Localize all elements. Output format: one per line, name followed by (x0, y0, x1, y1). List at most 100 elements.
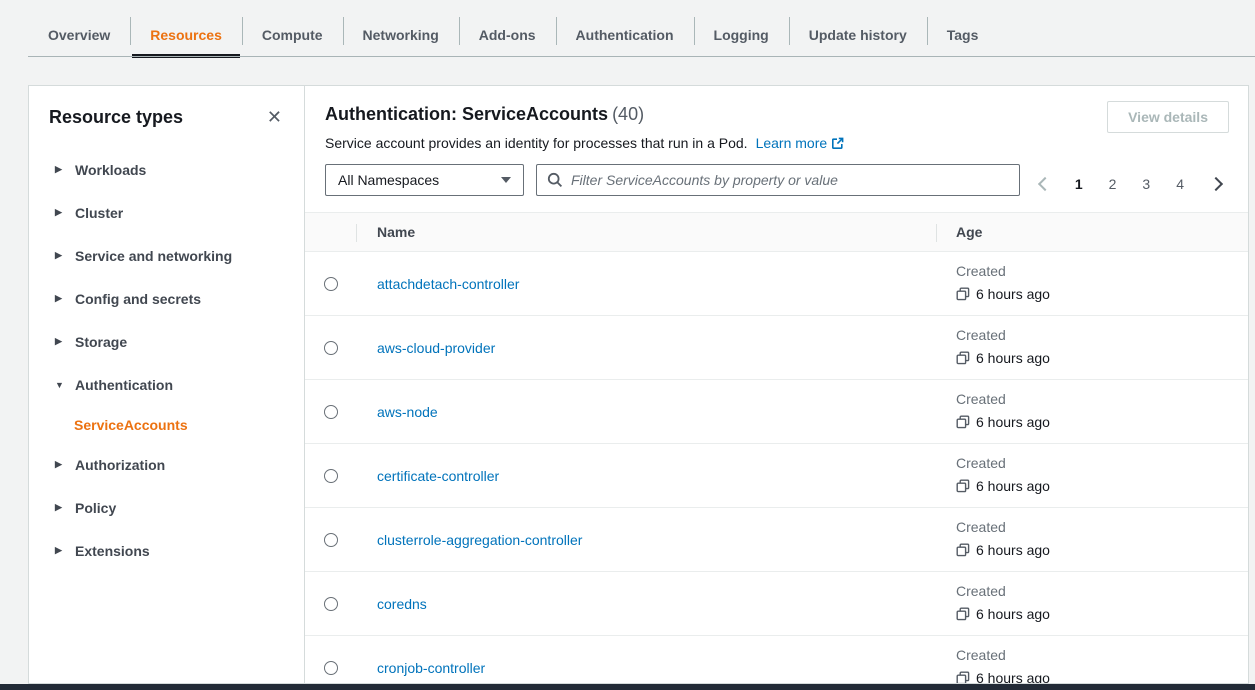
copy-icon[interactable] (956, 287, 970, 301)
sidebar-item-service-and-networking[interactable]: ▶ Service and networking (55, 234, 284, 277)
sidebar-item-serviceaccounts[interactable]: ServiceAccounts (55, 406, 284, 443)
namespace-select-value: All Namespaces (338, 172, 439, 188)
copy-icon[interactable] (956, 415, 970, 429)
age-created-label: Created (956, 517, 1248, 537)
sidebar-item-extensions[interactable]: ▶ Extensions (55, 529, 284, 572)
tab-bar-divider (28, 56, 1255, 57)
resource-types-sidebar: Resource types ✕ ▶ Workloads ▶ Cluster ▶… (29, 86, 305, 683)
sidebar-item-label: Authorization (75, 457, 165, 473)
chevron-right-icon: ▶ (55, 545, 65, 556)
row-radio-button[interactable] (324, 533, 338, 547)
page-number-4[interactable]: 4 (1168, 176, 1192, 192)
sidebar-item-label: Workloads (75, 162, 146, 178)
age-value-text: 6 hours ago (976, 345, 1050, 371)
chevron-right-icon: ▶ (55, 336, 65, 347)
row-radio-button[interactable] (324, 405, 338, 419)
search-input[interactable] (571, 172, 1009, 188)
serviceaccount-link[interactable]: aws-node (377, 404, 438, 420)
chevron-right-icon: ▶ (55, 502, 65, 513)
sidebar-item-cluster[interactable]: ▶ Cluster (55, 191, 284, 234)
tab-compute[interactable]: Compute (242, 0, 343, 57)
sidebar-item-label: Config and secrets (75, 291, 201, 307)
tab-resources[interactable]: Resources (130, 0, 242, 57)
panel-description: Service account provides an identity for… (325, 135, 1228, 151)
serviceaccount-link[interactable]: cronjob-controller (377, 660, 485, 676)
page-number-2[interactable]: 2 (1101, 176, 1125, 192)
copy-icon[interactable] (956, 607, 970, 621)
sidebar-item-policy[interactable]: ▶ Policy (55, 486, 284, 529)
resources-panel: Resource types ✕ ▶ Workloads ▶ Cluster ▶… (28, 85, 1249, 684)
page-number-3[interactable]: 3 (1134, 176, 1158, 192)
page-number-1[interactable]: 1 (1067, 176, 1091, 192)
copy-icon[interactable] (956, 351, 970, 365)
chevron-right-icon: ▶ (55, 250, 65, 261)
serviceaccount-link[interactable]: aws-cloud-provider (377, 340, 495, 356)
sidebar-item-config-and-secrets[interactable]: ▶ Config and secrets (55, 277, 284, 320)
row-radio-button[interactable] (324, 341, 338, 355)
chevron-right-icon: ▶ (55, 164, 65, 175)
name-column-header[interactable]: Name (357, 224, 936, 240)
sidebar-item-authentication[interactable]: ▼ Authentication (55, 363, 284, 406)
selection-column-header (305, 213, 357, 251)
row-radio-button[interactable] (324, 277, 338, 291)
copy-icon[interactable] (956, 479, 970, 493)
copy-icon[interactable] (956, 671, 970, 684)
serviceaccount-link[interactable]: attachdetach-controller (377, 276, 519, 292)
sidebar-item-label: Storage (75, 334, 127, 350)
age-created-label: Created (956, 261, 1248, 281)
age-value-text: 6 hours ago (976, 601, 1050, 627)
age-value-text: 6 hours ago (976, 281, 1050, 307)
chevron-right-icon: ▶ (55, 293, 65, 304)
row-radio-button[interactable] (324, 661, 338, 675)
resource-count: (40) (612, 104, 644, 124)
learn-more-link[interactable]: Learn more (756, 135, 845, 151)
namespace-select[interactable]: All Namespaces (325, 164, 524, 196)
console-footer-edge (0, 684, 1255, 690)
tab-overview[interactable]: Overview (28, 0, 130, 57)
page-prev-icon[interactable] (1031, 174, 1057, 194)
age-value-text: 6 hours ago (976, 473, 1050, 499)
chevron-right-icon: ▶ (55, 459, 65, 470)
age-column-header[interactable]: Age (936, 213, 1248, 251)
table-row: certificate-controller Created 6 hours a… (305, 444, 1248, 508)
tab-add-ons[interactable]: Add-ons (459, 0, 556, 57)
table-header: Name Age (305, 212, 1248, 252)
caret-down-icon (501, 177, 511, 183)
table-row: attachdetach-controller Created 6 hours … (305, 252, 1248, 316)
external-link-icon (831, 137, 844, 150)
view-details-button[interactable]: View details (1107, 101, 1229, 133)
page-next-icon[interactable] (1202, 174, 1228, 194)
close-icon[interactable]: ✕ (265, 106, 284, 128)
learn-more-label: Learn more (756, 135, 828, 151)
serviceaccount-link[interactable]: clusterrole-aggregation-controller (377, 532, 582, 548)
sidebar-item-label: Policy (75, 500, 116, 516)
sidebar-item-workloads[interactable]: ▶ Workloads (55, 148, 284, 191)
serviceaccounts-table: Name Age attachdetach-controller Created… (305, 212, 1248, 684)
sidebar-item-label: Service and networking (75, 248, 232, 264)
sidebar-item-authorization[interactable]: ▶ Authorization (55, 443, 284, 486)
pagination: 1 2 3 4 (1031, 174, 1228, 194)
search-icon (547, 172, 563, 188)
row-radio-button[interactable] (324, 469, 338, 483)
copy-icon[interactable] (956, 543, 970, 557)
age-created-label: Created (956, 645, 1248, 665)
tab-update-history[interactable]: Update history (789, 0, 927, 57)
serviceaccount-link[interactable]: coredns (377, 596, 427, 612)
sidebar-item-storage[interactable]: ▶ Storage (55, 320, 284, 363)
table-row: aws-cloud-provider Created 6 hours ago (305, 316, 1248, 380)
sidebar-item-label: ServiceAccounts (74, 417, 188, 433)
age-created-label: Created (956, 325, 1248, 345)
tab-networking[interactable]: Networking (343, 0, 459, 57)
sidebar-item-label: Cluster (75, 205, 123, 221)
age-created-label: Created (956, 453, 1248, 473)
serviceaccount-link[interactable]: certificate-controller (377, 468, 499, 484)
table-row: clusterrole-aggregation-controller Creat… (305, 508, 1248, 572)
age-value-text: 6 hours ago (976, 665, 1050, 684)
tab-authentication[interactable]: Authentication (556, 0, 694, 57)
tab-tags[interactable]: Tags (927, 0, 999, 57)
age-value-text: 6 hours ago (976, 537, 1050, 563)
table-row: coredns Created 6 hours ago (305, 572, 1248, 636)
tab-logging[interactable]: Logging (694, 0, 789, 57)
row-radio-button[interactable] (324, 597, 338, 611)
page-title-text: Authentication: ServiceAccounts (325, 104, 608, 124)
